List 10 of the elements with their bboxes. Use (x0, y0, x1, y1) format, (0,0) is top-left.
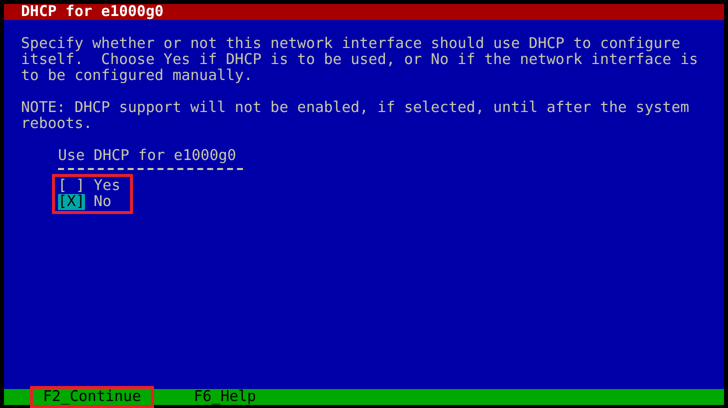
radio-option-box[interactable]: [X] (58, 194, 85, 210)
window-title: DHCP for e1000g0 (21, 3, 164, 20)
question-label: Use DHCP for e1000g0 (58, 148, 243, 170)
function-key[interactable]: F2_Continue (30, 386, 154, 408)
note-text: NOTE: DHCP support will not be enabled, if selected, until after the system reboots. (21, 100, 690, 132)
option-label[interactable]: No (94, 194, 112, 210)
option-label[interactable]: Yes (94, 178, 120, 194)
description-text: Specify whether or not this network interface should use DHCP to configure itself. Choose Yes if DHCP is to be used, or No if the network interface is to be configured manually. (21, 36, 700, 84)
radio-option-box[interactable]: [ ] (58, 178, 85, 194)
function-key[interactable]: F6_Help (180, 386, 270, 408)
